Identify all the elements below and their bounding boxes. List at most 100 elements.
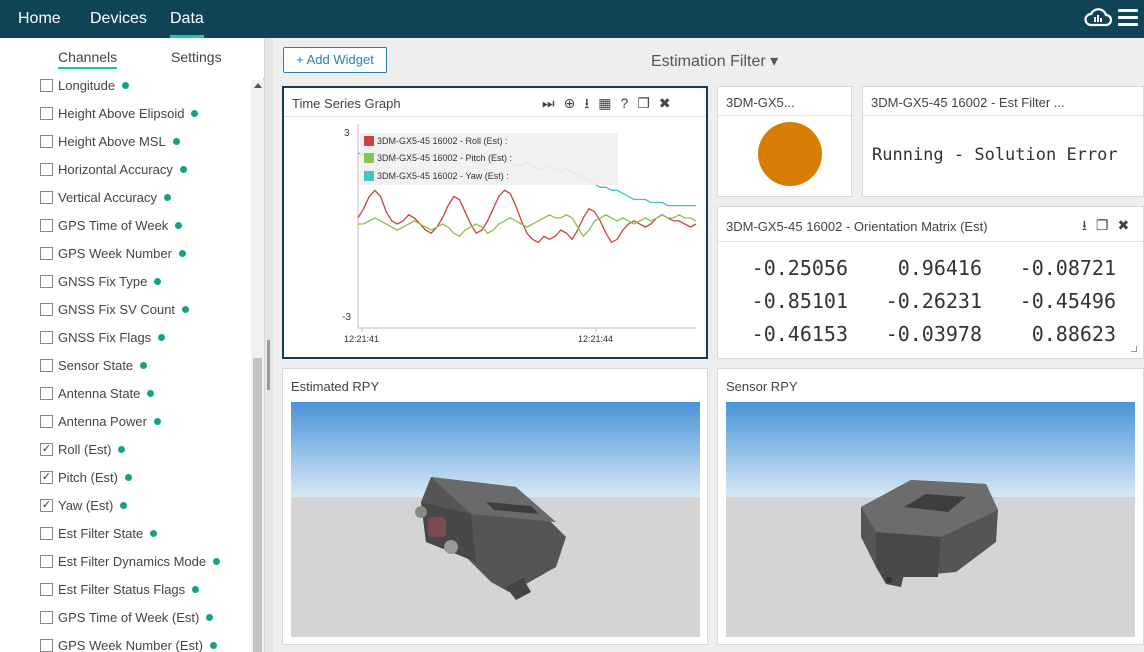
checkbox[interactable] xyxy=(40,162,53,176)
channel-item[interactable]: GNSS Fix Type xyxy=(40,271,162,291)
channel-status-dot xyxy=(154,277,162,285)
3d-device-view[interactable] xyxy=(291,402,700,637)
checkbox-checked[interactable]: ✓ xyxy=(40,498,53,512)
channel-status-dot xyxy=(150,529,158,537)
tab-settings[interactable]: Settings xyxy=(171,49,222,65)
checkbox[interactable] xyxy=(40,582,53,596)
checkbox[interactable] xyxy=(40,274,53,288)
channel-label: Horizontal Accuracy xyxy=(58,161,173,177)
skip-end-icon[interactable]: ⏭ xyxy=(542,95,555,111)
checkbox[interactable] xyxy=(40,554,53,568)
channel-label: Vertical Accuracy xyxy=(58,189,157,205)
filter-dropdown[interactable]: Estimation Filter ▾ xyxy=(651,51,778,71)
checkbox[interactable] xyxy=(40,218,53,232)
channel-label: GNSS Fix Type xyxy=(58,273,148,289)
channel-label: GPS Time of Week (Est) xyxy=(58,609,200,625)
checkbox-checked[interactable]: ✓ xyxy=(40,442,53,456)
channel-item[interactable]: Est Filter State xyxy=(40,523,158,543)
checkbox[interactable] xyxy=(40,302,53,316)
status-widget[interactable]: 3DM-GX5... xyxy=(717,86,852,197)
cloud-icon[interactable] xyxy=(1083,6,1113,32)
resize-handle-icon[interactable] xyxy=(1131,346,1137,352)
channel-item[interactable]: Est Filter Dynamics Mode xyxy=(40,551,221,571)
channel-list: Longitude Height Above Elipsoid Height Abo… xyxy=(0,78,250,652)
channel-item[interactable]: ✓ Pitch (Est) xyxy=(40,467,132,487)
copy-icon[interactable]: ❐ xyxy=(1096,217,1109,233)
orientation-matrix-widget[interactable]: 3DM-GX5-45 16002 - Orientation Matrix (E… xyxy=(717,206,1144,359)
nav-data[interactable]: Data xyxy=(170,0,204,38)
checkbox[interactable] xyxy=(40,414,53,428)
channel-label: Est Filter Status Flags xyxy=(58,581,186,597)
download-icon[interactable]: ⭳ xyxy=(1082,217,1087,233)
channel-item[interactable]: ✓ Roll (Est) xyxy=(40,439,126,459)
channel-label: GPS Time of Week xyxy=(58,217,169,233)
header-divider xyxy=(718,115,851,116)
channel-item[interactable]: Height Above MSL xyxy=(40,131,180,151)
checkbox[interactable] xyxy=(40,386,53,400)
table-icon[interactable]: ▦ xyxy=(598,95,611,111)
close-icon[interactable]: ✖ xyxy=(659,95,671,111)
nav-home[interactable]: Home xyxy=(18,0,61,38)
widget-toolbar: ⭳ ❐ ✖ xyxy=(1082,217,1129,233)
help-icon[interactable]: ? xyxy=(620,95,628,111)
checkbox[interactable] xyxy=(40,526,53,540)
add-widget-button[interactable]: + Add Widget xyxy=(283,47,387,73)
channel-item[interactable]: Vertical Accuracy xyxy=(40,187,171,207)
legend-swatch xyxy=(364,171,374,181)
channel-item[interactable]: Est Filter Status Flags xyxy=(40,579,200,599)
time-series-widget[interactable]: Time Series Graph ⏭ ⊕ ⭳ ▦ ? ❐ ✖ 3 -3 12:21… xyxy=(282,86,708,359)
checkbox[interactable] xyxy=(40,246,53,260)
channel-label: Yaw (Est) xyxy=(58,497,114,513)
channel-item[interactable]: GPS Time of Week (Est) xyxy=(40,607,214,627)
channel-label: Height Above Elipsoid xyxy=(58,105,185,121)
checkbox[interactable] xyxy=(40,610,53,624)
channels-panel: Channels Settings Longitude Height Above … xyxy=(0,38,264,652)
checkbox[interactable] xyxy=(40,638,53,652)
hamburger-menu-icon[interactable] xyxy=(1118,9,1138,29)
channel-item[interactable]: GPS Week Number (Est) xyxy=(40,635,217,652)
filter-state-widget[interactable]: 3DM-GX5-45 16002 - Est Filter ... Runnin… xyxy=(862,86,1144,197)
checkbox[interactable] xyxy=(40,330,53,344)
scrollbar-thumb[interactable] xyxy=(253,358,262,652)
channel-item[interactable]: Longitude xyxy=(40,78,130,95)
estimated-rpy-widget[interactable]: Estimated RPY xyxy=(282,368,708,645)
tab-channels[interactable]: Channels xyxy=(58,49,118,69)
copy-icon[interactable]: ❐ xyxy=(637,95,650,111)
download-icon[interactable]: ⭳ xyxy=(584,95,589,111)
top-navbar: Home Devices Data xyxy=(0,0,1144,38)
channel-item[interactable]: GPS Time of Week xyxy=(40,215,183,235)
channel-item[interactable]: ✓ Yaw (Est) xyxy=(40,495,128,515)
checkbox[interactable] xyxy=(40,78,53,92)
widget-title: Sensor RPY xyxy=(726,379,798,394)
channel-item[interactable]: Sensor State xyxy=(40,355,148,375)
close-icon[interactable]: ✖ xyxy=(1117,217,1129,233)
legend-roll: 3DM-GX5-45 16002 - Roll (Est) : xyxy=(364,136,508,146)
channel-item[interactable]: GNSS Fix Flags xyxy=(40,327,166,347)
channel-item[interactable]: Height Above Elipsoid xyxy=(40,103,199,123)
channel-item[interactable]: GPS Week Number xyxy=(40,243,186,263)
matrix-cell: -0.26231 xyxy=(885,289,982,313)
scroll-up-icon[interactable] xyxy=(254,83,262,88)
3d-device-view[interactable] xyxy=(726,402,1135,637)
channel-item[interactable]: Antenna Power xyxy=(40,411,161,431)
nav-devices[interactable]: Devices xyxy=(90,0,147,38)
checkbox[interactable] xyxy=(40,106,53,120)
checkbox[interactable] xyxy=(40,134,53,148)
status-indicator xyxy=(758,122,822,186)
y-tick-label: 3 xyxy=(344,128,350,139)
channel-status-dot xyxy=(175,221,183,229)
x-tick-label: 12:21:44 xyxy=(578,334,613,344)
sensor-rpy-widget[interactable]: Sensor RPY xyxy=(717,368,1144,645)
checkbox[interactable] xyxy=(40,190,53,204)
splitter-grip[interactable] xyxy=(267,340,270,390)
checkbox-checked[interactable]: ✓ xyxy=(40,470,53,484)
checkbox[interactable] xyxy=(40,358,53,372)
channel-item[interactable]: Horizontal Accuracy xyxy=(40,159,187,179)
channel-label: Longitude xyxy=(58,78,116,93)
channel-item[interactable]: GNSS Fix SV Count xyxy=(40,299,190,319)
zoom-icon[interactable]: ⊕ xyxy=(564,95,576,111)
channel-status-dot xyxy=(124,473,132,481)
widget-title: Time Series Graph xyxy=(292,96,401,111)
channel-status-dot xyxy=(213,557,221,565)
channel-item[interactable]: Antenna State xyxy=(40,383,155,403)
